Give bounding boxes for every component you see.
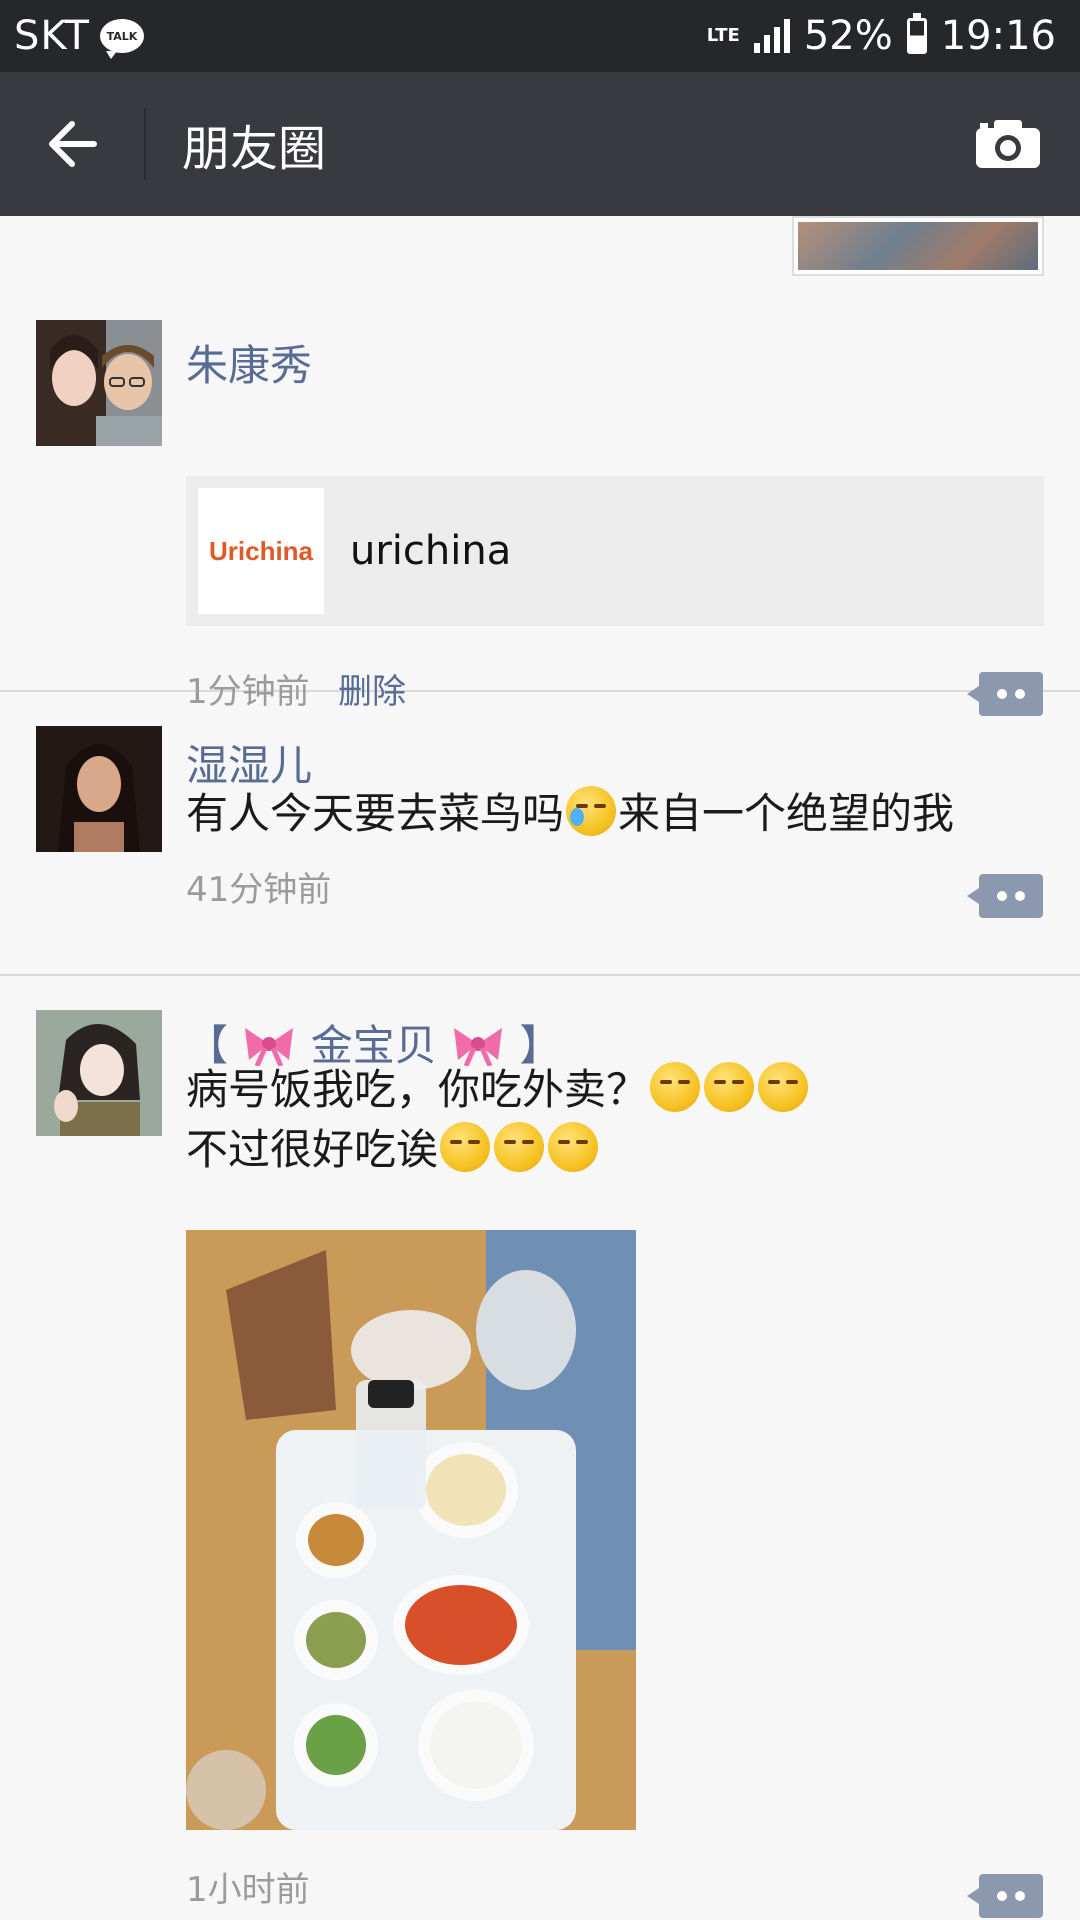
status-bar: SKT TALK LTE 52% 19:16 — [0, 0, 1080, 72]
thinking-face-emoji — [494, 1122, 545, 1172]
signal-icon — [753, 19, 790, 53]
link-thumbnail: Urichina — [198, 488, 324, 614]
battery-icon — [906, 13, 927, 54]
title-bar: 朋友圈 — [0, 72, 1080, 216]
battery-percent: 52% — [803, 13, 893, 59]
post-item: 朱康秀 Urichina urichina 1分钟前 删除 — [0, 276, 1080, 716]
smirk-sweat-emoji — [704, 1062, 755, 1112]
camera-icon — [976, 120, 1040, 168]
post-text-part: 有人今天要去菜鸟吗 — [186, 789, 565, 838]
avatar[interactable] — [36, 1010, 162, 1136]
thinking-face-emoji — [440, 1122, 491, 1172]
comment-button[interactable] — [967, 874, 1043, 918]
moments-feed[interactable]: 朱康秀 Urichina urichina 1分钟前 删除 湿湿儿 有人今天要去… — [0, 216, 1080, 1920]
carrier-label: SKT — [14, 13, 90, 59]
link-title: urichina — [350, 528, 512, 574]
post-text-line: 病号饭我吃，你吃外卖？ — [186, 1065, 649, 1114]
kakaotalk-icon: TALK — [99, 19, 144, 59]
post-item: 【 金宝贝 】 病号饭我吃，你吃外卖？ 不过很好吃诶 1小时前 — [0, 976, 1080, 1920]
avatar[interactable] — [36, 320, 162, 446]
page-title: 朋友圈 — [182, 121, 327, 177]
post-text: 病号饭我吃，你吃外卖？ 不过很好吃诶 — [186, 1060, 810, 1180]
post-time: 41分钟前 — [186, 870, 332, 910]
title-divider — [144, 108, 146, 180]
lte-icon: LTE — [706, 25, 740, 46]
arrow-left-icon — [49, 121, 97, 167]
post-text-line: 不过很好吃诶 — [186, 1125, 439, 1174]
post-time: 1小时前 — [186, 1870, 310, 1910]
smirk-sweat-emoji — [650, 1062, 701, 1112]
camera-button[interactable] — [936, 72, 1080, 216]
post-item: 湿湿儿 有人今天要去菜鸟吗 来自一个绝望的我 41分钟前 — [0, 692, 1080, 976]
status-left: SKT TALK — [14, 13, 144, 59]
comment-button[interactable] — [967, 1874, 1043, 1918]
status-right: LTE 52% 19:16 — [707, 13, 1056, 59]
meal-tray-photo[interactable] — [186, 1230, 636, 1830]
post-username[interactable]: 朱康秀 — [186, 332, 312, 393]
thinking-face-emoji — [548, 1122, 599, 1172]
previous-post-photo[interactable] — [792, 216, 1044, 276]
post-text: 有人今天要去菜鸟吗 来自一个绝望的我 — [186, 784, 954, 844]
link-card[interactable]: Urichina urichina — [186, 476, 1044, 626]
avatar[interactable] — [36, 726, 162, 852]
post-text-part: 来自一个绝望的我 — [618, 789, 955, 838]
smirk-sweat-emoji — [758, 1062, 809, 1112]
back-button[interactable] — [0, 72, 144, 216]
crying-laughing-emoji — [566, 786, 617, 836]
clock: 19:16 — [940, 13, 1056, 59]
